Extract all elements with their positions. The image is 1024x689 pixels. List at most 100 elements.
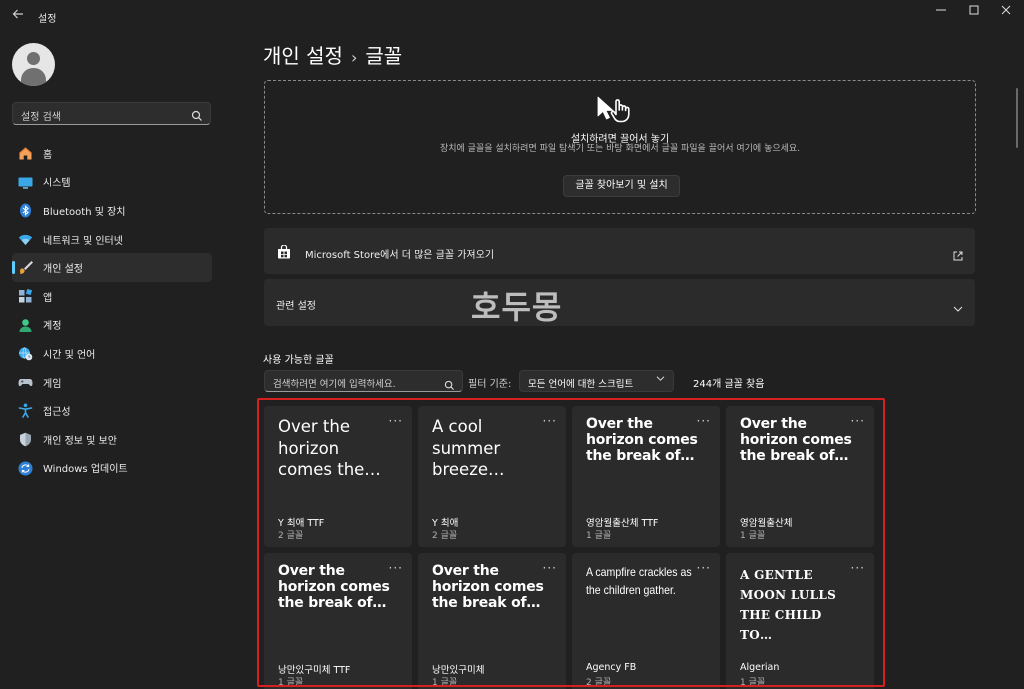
font-count: 1 글꼴 [278,678,304,688]
minimize-button[interactable] [925,2,957,22]
more-options-icon[interactable]: ··· [389,561,403,575]
font-name: 낭만있구미체 TTF [278,665,351,676]
sidebar-item-accounts[interactable]: 계정 [12,311,212,340]
available-fonts-title: 사용 가능한 글꼴 [263,355,334,366]
page-title: 글꼴 [365,44,403,68]
sidebar-item-home[interactable]: 홈 [12,139,212,168]
more-options-icon[interactable]: ··· [543,561,557,575]
settings-search-input[interactable]: 설정 검색 [12,102,211,125]
sidebar-item-label: 게임 [43,378,62,390]
sidebar-item-privacy-security[interactable]: 개인 정보 및 보안 [12,425,212,454]
sidebar-item-apps[interactable]: 앱 [12,282,212,311]
person-icon [18,318,33,333]
sidebar-item-windows-update[interactable]: Windows 업데이트 [12,454,212,483]
fonts-found-count: 244개 글꼴 찾음 [693,379,765,390]
sidebar-item-label: 홈 [43,149,53,161]
font-search-input[interactable]: 검색하려면 여기에 입력하세요. [264,370,463,392]
font-name: Y 최애 TTF [278,518,325,529]
sidebar-item-label: 개인 정보 및 보안 [43,435,117,447]
more-options-icon[interactable]: ··· [697,414,711,428]
font-name: Agency FB [586,662,637,673]
font-sample: A cool summer breeze… [432,417,505,479]
filter-selected-value: 모든 언어에 대한 스크립트 [528,379,634,390]
sidebar-item-label: 앱 [43,292,53,304]
font-count: 2 글꼴 [278,531,304,541]
sidebar-item-label: 네트워크 및 인터넷 [43,235,123,247]
drag-drop-cursor-icon [595,95,635,131]
store-card-label: Microsoft Store에서 더 많은 글꼴 가져오기 [305,250,495,261]
font-tile[interactable]: ··· Over the horizon comes the… Y 최애 TTF… [264,406,412,547]
accessibility-icon [18,403,33,419]
sidebar-item-system[interactable]: 시스템 [12,168,212,197]
font-sample: A GENTLE MOON LULLS THE CHILD TO… [740,568,837,642]
sidebar-item-bluetooth[interactable]: Bluetooth 및 장치 [12,196,212,225]
brush-icon [18,260,33,275]
sidebar-item-network[interactable]: 네트워크 및 인터넷 [12,225,212,254]
font-count: 2 글꼴 [586,678,612,688]
sidebar-item-label: 개인 설정 [43,264,83,276]
sidebar-item-time-language[interactable]: 시간 및 언어 [12,339,212,368]
avatar-body-shape [21,68,46,86]
app-title: 설정 [38,14,57,25]
back-arrow-icon[interactable] [10,8,26,24]
browse-install-fonts-button[interactable]: 글꼴 찾아보기 및 설치 [563,175,680,197]
more-options-icon[interactable]: ··· [851,561,865,575]
avatar-head-shape [27,52,40,65]
sidebar-item-personalization[interactable]: 개인 설정 [12,253,212,282]
wifi-icon [18,232,33,247]
font-search-placeholder: 검색하려면 여기에 입력하세요. [273,379,396,390]
font-sample: A campfire crackles as the children gath… [586,565,692,597]
scrollbar[interactable] [1016,88,1018,148]
font-tile[interactable]: ··· A GENTLE MOON LULLS THE CHILD TO… Al… [726,553,874,689]
globe-clock-icon [18,346,33,361]
font-drop-zone[interactable]: 설치하려면 끌어서 놓기 장치에 글꼴을 설치하려면 파일 탐색기 또는 바탕 … [264,80,976,214]
font-sample: Over the horizon comes the break of… [432,563,544,611]
font-name: 낭만있구미체 [432,665,485,676]
gamepad-icon [18,375,33,390]
font-tile[interactable]: ··· A cool summer breeze… Y 최애 2 글꼴 [418,406,566,547]
sidebar-nav: 홈 시스템 Bluetooth 및 장치 네트워크 및 인터넷 개인 설정 앱 [12,139,212,482]
filter-label: 필터 기준: [468,379,512,390]
maximize-button[interactable] [958,2,990,22]
font-tile[interactable]: ··· Over the horizon comes the break of…… [418,553,566,689]
shield-icon [18,432,33,447]
sidebar-item-label: 시스템 [43,178,71,190]
font-tile[interactable]: ··· Over the horizon comes the break of…… [572,406,720,547]
settings-search-placeholder: 설정 검색 [21,112,61,123]
bluetooth-icon [18,203,33,218]
more-options-icon[interactable]: ··· [543,414,557,428]
sidebar-item-accessibility[interactable]: 접근성 [12,396,212,425]
breadcrumb-parent[interactable]: 개인 설정 [263,44,343,68]
search-icon[interactable] [444,376,455,395]
apps-icon [18,288,33,304]
more-options-icon[interactable]: ··· [389,414,403,428]
font-tile[interactable]: ··· Over the horizon comes the break of…… [264,553,412,689]
font-tile[interactable]: ··· Over the horizon comes the break of…… [726,406,874,547]
home-icon [18,146,33,161]
font-sample: Over the horizon comes the break of… [278,563,390,611]
chevron-down-icon [656,375,665,385]
avatar[interactable] [12,43,55,86]
close-button[interactable] [990,2,1022,22]
sidebar-item-label: Windows 업데이트 [43,464,128,476]
script-filter-dropdown[interactable]: 모든 언어에 대한 스크립트 [519,370,674,392]
watermark-text: 호두몽 [471,288,563,326]
font-count: 1 글꼴 [740,531,766,541]
font-count: 2 글꼴 [432,531,458,541]
font-tile[interactable]: ··· A campfire crackles as the children … [572,553,720,689]
sidebar-item-gaming[interactable]: 게임 [12,368,212,397]
related-settings-label: 관련 설정 [276,301,316,312]
font-name: Y 최애 [432,518,459,529]
microsoft-store-card[interactable]: Microsoft Store에서 더 많은 글꼴 가져오기 [264,228,975,274]
update-icon [18,461,33,476]
sidebar-item-label: 계정 [43,321,62,333]
store-icon [277,244,291,263]
more-options-icon[interactable]: ··· [851,414,865,428]
drop-zone-description: 장치에 글꼴을 설치하려면 파일 탐색기 또는 바탕 화면에서 글꼴 파일을 끌… [439,144,801,154]
search-icon[interactable] [191,107,203,126]
font-count: 1 글꼴 [432,678,458,688]
font-sample: Over the horizon comes the… [278,417,381,479]
breadcrumb: 개인 설정 › 글꼴 [263,40,402,69]
related-settings-card[interactable]: 관련 설정 [264,279,975,326]
sidebar-item-label: 시간 및 언어 [43,349,96,361]
